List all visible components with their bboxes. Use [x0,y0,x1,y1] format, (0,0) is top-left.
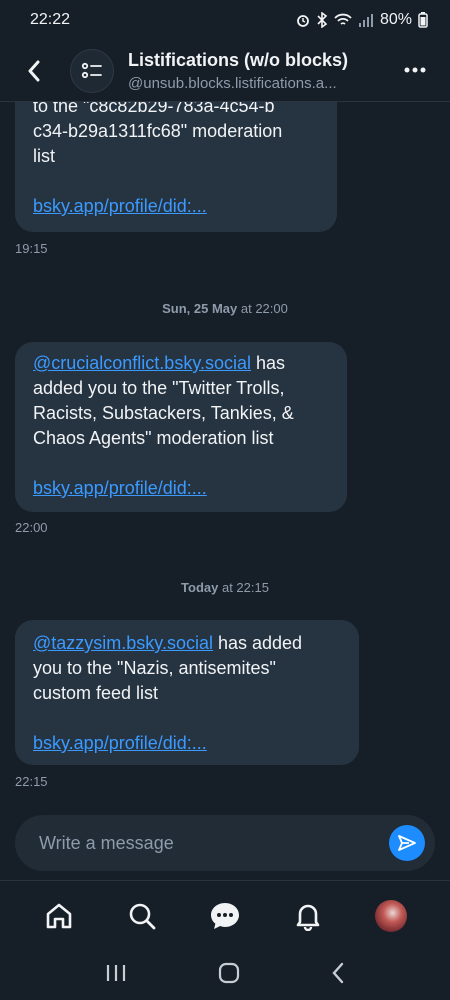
message-text: has [251,353,286,373]
system-navigation [0,950,450,1000]
message-line: you to the "Nazis, antisemites" [33,658,276,678]
date-separator: Today at 22:15 [0,580,450,595]
message-composer [15,815,435,871]
recents-button[interactable] [105,963,127,988]
date-label: Sun, 25 May [162,301,238,316]
more-icon [404,67,426,73]
message-text: has added [212,633,303,653]
conversation-header: Listifications (w/o blocks) @unsub.block… [0,40,450,102]
recents-icon [107,964,126,981]
bluetooth-icon [317,12,328,28]
send-button[interactable] [389,825,425,861]
mention-link[interactable]: @crucialconflict.bsky.social [33,353,251,373]
header-text[interactable]: Listifications (w/o blocks) @unsub.block… [128,50,388,92]
message-time: 22:15 [15,774,48,789]
chat-icon [210,902,239,929]
system-back-button[interactable] [331,962,345,989]
mention-link[interactable]: @tazzysim.bsky.social [33,633,213,653]
status-bar: 22:22 80% [0,0,450,40]
message-time: 19:15 [15,241,48,256]
send-icon [398,835,416,851]
message-bubble[interactable]: @tazzysim.bsky.social has added you to t… [15,620,359,765]
bell-icon [296,904,320,931]
message-bubble[interactable]: @crucialconflict.bsky.social has added y… [15,342,347,512]
bottom-tab-bar [0,880,450,950]
date-label: Today [181,580,219,595]
chevron-left-icon [28,60,40,81]
message-bubble[interactable]: to the "c8c82b29-783a-4c54-b c34-b29a131… [15,102,337,232]
conversation-title: Listifications (w/o blocks) [128,49,349,70]
battery-icon [418,12,428,28]
message-link[interactable]: bsky.app/profile/did:... [33,731,341,756]
alarm-icon [297,15,309,27]
back-arrow-icon [332,962,343,983]
back-button[interactable] [16,51,52,91]
message-line: to the "c8c82b29-783a-4c54-b [33,102,275,116]
home-circle-icon [218,962,240,983]
search-icon [129,903,156,929]
tab-notifications[interactable] [284,892,332,940]
message-list[interactable]: to the "c8c82b29-783a-4c54-b c34-b29a131… [0,102,450,814]
home-icon [47,903,72,928]
list-avatar[interactable] [70,48,114,93]
message-line: added you to the "Twitter Trolls, [33,378,285,398]
tab-search[interactable] [118,892,166,940]
message-input[interactable] [39,832,369,854]
message-line: c34-b29a1311fc68" moderation [33,121,283,141]
list-icon [81,62,102,78]
message-line: @tazzysim.bsky.social has added [33,631,341,656]
tab-chat[interactable] [201,892,249,940]
tab-home[interactable] [35,892,83,940]
status-time: 22:22 [30,11,71,28]
message-link[interactable]: bsky.app/profile/did:... [33,194,319,219]
tab-profile[interactable] [367,892,415,940]
message-link[interactable]: bsky.app/profile/did:... [33,476,329,501]
message-line: Racists, Substackers, Tankies, & [33,403,294,423]
message-time: 22:00 [15,520,48,535]
more-options-button[interactable] [404,60,426,78]
home-button[interactable] [218,962,240,989]
date-time: at 22:15 [218,580,269,595]
date-separator: Sun, 25 May at 22:00 [0,301,450,316]
message-line: list [33,146,55,166]
signal-icon [358,14,373,27]
date-time: at 22:00 [237,301,288,316]
message-line: custom feed list [33,683,159,703]
conversation-handle: @unsub.blocks.listifications.a... [128,74,337,92]
message-line: Chaos Agents" moderation list [33,428,274,448]
battery-percent: 80% [379,11,412,28]
profile-avatar [374,899,407,932]
message-line: @crucialconflict.bsky.social has [33,351,329,376]
status-icons: 80% [296,11,428,29]
wifi-icon [334,13,352,25]
